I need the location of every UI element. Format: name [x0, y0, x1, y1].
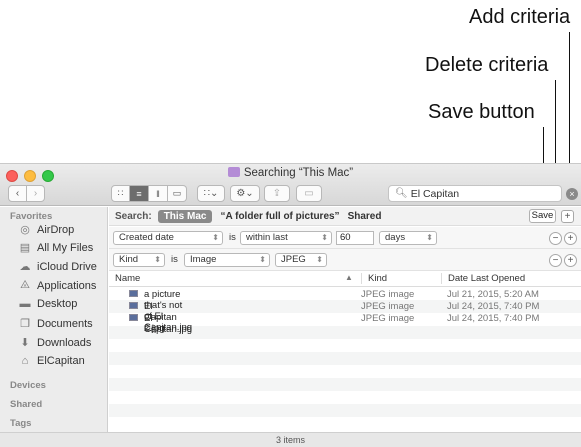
file-name: El Capitan.jpg: [144, 313, 193, 335]
scope-shared[interactable]: Shared: [348, 211, 382, 222]
scope-this-mac[interactable]: This Mac: [157, 209, 213, 223]
column-header-date[interactable]: Date Last Opened: [441, 273, 525, 284]
add-criteria-button[interactable]: +: [564, 232, 577, 245]
row-stripe: [109, 352, 581, 365]
add-criteria-callout: Add criteria: [469, 6, 571, 28]
search-value: El Capitan: [410, 187, 460, 200]
value-field[interactable]: 60: [336, 231, 374, 245]
smart-folder-icon: [227, 167, 240, 177]
action-gear-button[interactable]: ⚙⌄: [230, 185, 260, 202]
sidebar-item-desktop[interactable]: ▬ Desktop: [17, 298, 78, 310]
sidebar-item-label: All My Files: [37, 241, 94, 254]
sort-ascending-icon: ▲: [345, 273, 353, 282]
list-header: Name ▲ Kind Date Last Opened: [109, 271, 581, 287]
search-icon: 🔍︎: [395, 188, 408, 199]
list-view-button[interactable]: ≡: [130, 185, 149, 202]
cloud-icon: ☁: [19, 261, 31, 273]
all-files-icon: ▤: [19, 242, 31, 254]
sidebar-item-airdrop[interactable]: ◎ AirDrop: [17, 223, 75, 237]
airdrop-icon: ◎: [20, 224, 30, 236]
row-stripe: [109, 404, 581, 417]
sidebar-item-documents[interactable]: ❐ Documents: [17, 317, 93, 331]
file-kind: JPEG image: [361, 313, 415, 324]
toolbar: Searching “This Mac” ‹ › ∷ ≡ ‖ ▭ ∷⌄ ⚙⌄ ⇪…: [0, 164, 581, 206]
sidebar-item-icloud-drive[interactable]: ☁ iCloud Drive: [17, 260, 97, 274]
downloads-icon: ⬇: [20, 337, 30, 349]
table-row[interactable]: El Capitan.jpg JPEG image Jul 24, 2015, …: [109, 313, 581, 335]
sidebar-item-downloads[interactable]: ⬇ Downloads: [17, 336, 92, 350]
jpeg-file-icon: [129, 302, 138, 309]
subtype-popup[interactable]: JPEG: [275, 253, 327, 267]
file-name-cell: a picture that's not of El Capitan.jpg: [129, 289, 192, 333]
icon-view-button[interactable]: ∷: [111, 185, 130, 202]
column-view-button[interactable]: ‖: [149, 185, 168, 202]
save-button[interactable]: Save: [529, 209, 556, 223]
file-kind: JPEG image: [361, 301, 415, 312]
sidebar-item-label: AirDrop: [37, 223, 75, 236]
edit-tags-button[interactable]: ▭: [296, 185, 322, 202]
file-date: Jul 24, 2015, 7:40 PM: [447, 301, 540, 312]
share-button[interactable]: ⇪: [264, 185, 290, 202]
file-kind: JPEG image: [361, 289, 415, 300]
sidebar-header-shared: Shared: [10, 399, 43, 410]
view-mode-group: ∷ ≡ ‖ ▭: [111, 185, 187, 202]
desktop-icon: ▬: [19, 298, 31, 310]
sidebar-item-label: Documents: [37, 317, 93, 330]
arrange-menu-button[interactable]: ∷⌄: [197, 185, 225, 202]
add-criteria-button[interactable]: +: [564, 254, 577, 267]
sidebar-item-label: Applications: [37, 279, 97, 292]
file-name-cell: El Capitan 2.jpg: [129, 301, 177, 334]
sidebar-item-label: Desktop: [37, 298, 78, 310]
save-button-callout: Save button: [428, 101, 535, 123]
search-results-area: Search: This Mac “A folder full of pictu…: [109, 207, 581, 432]
add-search-button[interactable]: +: [561, 210, 574, 223]
operator-text: is: [171, 254, 178, 265]
column-header-kind[interactable]: Kind: [361, 273, 387, 284]
delete-criteria-button[interactable]: −: [549, 232, 562, 245]
sidebar-item-all-my-files[interactable]: ▤ All My Files: [17, 241, 94, 255]
attribute-popup[interactable]: Kind: [113, 253, 165, 267]
cover-flow-button[interactable]: ▭: [168, 185, 187, 202]
attribute-popup[interactable]: Created date: [113, 231, 223, 245]
sidebar-item-elcapitan[interactable]: ⌂ ElCapitan: [17, 355, 85, 367]
back-button[interactable]: ‹: [8, 185, 27, 202]
sidebar-header-favorites: Favorites: [10, 211, 53, 222]
kind-popup[interactable]: Image: [184, 253, 270, 267]
sidebar-header-tags: Tags: [10, 418, 32, 429]
window-title-text: Searching “This Mac”: [243, 167, 354, 179]
search-input[interactable]: 🔍︎ El Capitan: [388, 185, 562, 202]
file-date: Jul 21, 2015, 5:20 AM: [447, 289, 539, 300]
criteria-row-created-date: Created date is within last 60 days − +: [109, 227, 581, 249]
row-stripe: [109, 378, 581, 391]
sidebar-item-label: ElCapitan: [37, 355, 85, 367]
finder-window: Searching “This Mac” ‹ › ∷ ≡ ‖ ▭ ∷⌄ ⚙⌄ ⇪…: [0, 163, 581, 447]
sidebar: Favorites ◎ AirDrop ▤ All My Files ☁ iCloud…: [0, 207, 108, 432]
file-name-cell: El Capitan.jpg: [129, 313, 192, 335]
sidebar-header-devices: Devices: [10, 380, 46, 391]
jpeg-file-icon: [129, 290, 138, 297]
window-title: Searching “This Mac”: [0, 167, 581, 179]
column-header-name[interactable]: Name: [115, 273, 140, 284]
scope-folder[interactable]: “A folder full of pictures”: [220, 211, 339, 222]
delete-criteria-button[interactable]: −: [549, 254, 562, 267]
delete-criteria-callout: Delete criteria: [425, 54, 549, 76]
criteria-row-kind: Kind is Image JPEG − +: [109, 249, 581, 271]
forward-button[interactable]: ›: [26, 185, 45, 202]
documents-icon: ❐: [20, 318, 30, 330]
sidebar-item-label: iCloud Drive: [37, 260, 97, 273]
home-icon: ⌂: [21, 355, 29, 367]
applications-icon: ⨻: [20, 279, 30, 291]
sidebar-item-label: Downloads: [37, 336, 92, 349]
clear-search-icon[interactable]: ×: [566, 188, 578, 200]
file-date: Jul 24, 2015, 7:40 PM: [447, 313, 540, 324]
search-scope-label: Search:: [115, 210, 152, 222]
operator-text: is: [229, 232, 236, 243]
operator-popup[interactable]: within last: [240, 231, 332, 245]
jpeg-file-icon: [129, 314, 138, 321]
search-scope-bar: Search: This Mac “A folder full of pictu…: [109, 207, 581, 226]
status-bar: 3 items: [0, 432, 581, 447]
sidebar-item-applications[interactable]: ⨻ Applications: [17, 279, 96, 292]
unit-popup[interactable]: days: [379, 231, 437, 245]
